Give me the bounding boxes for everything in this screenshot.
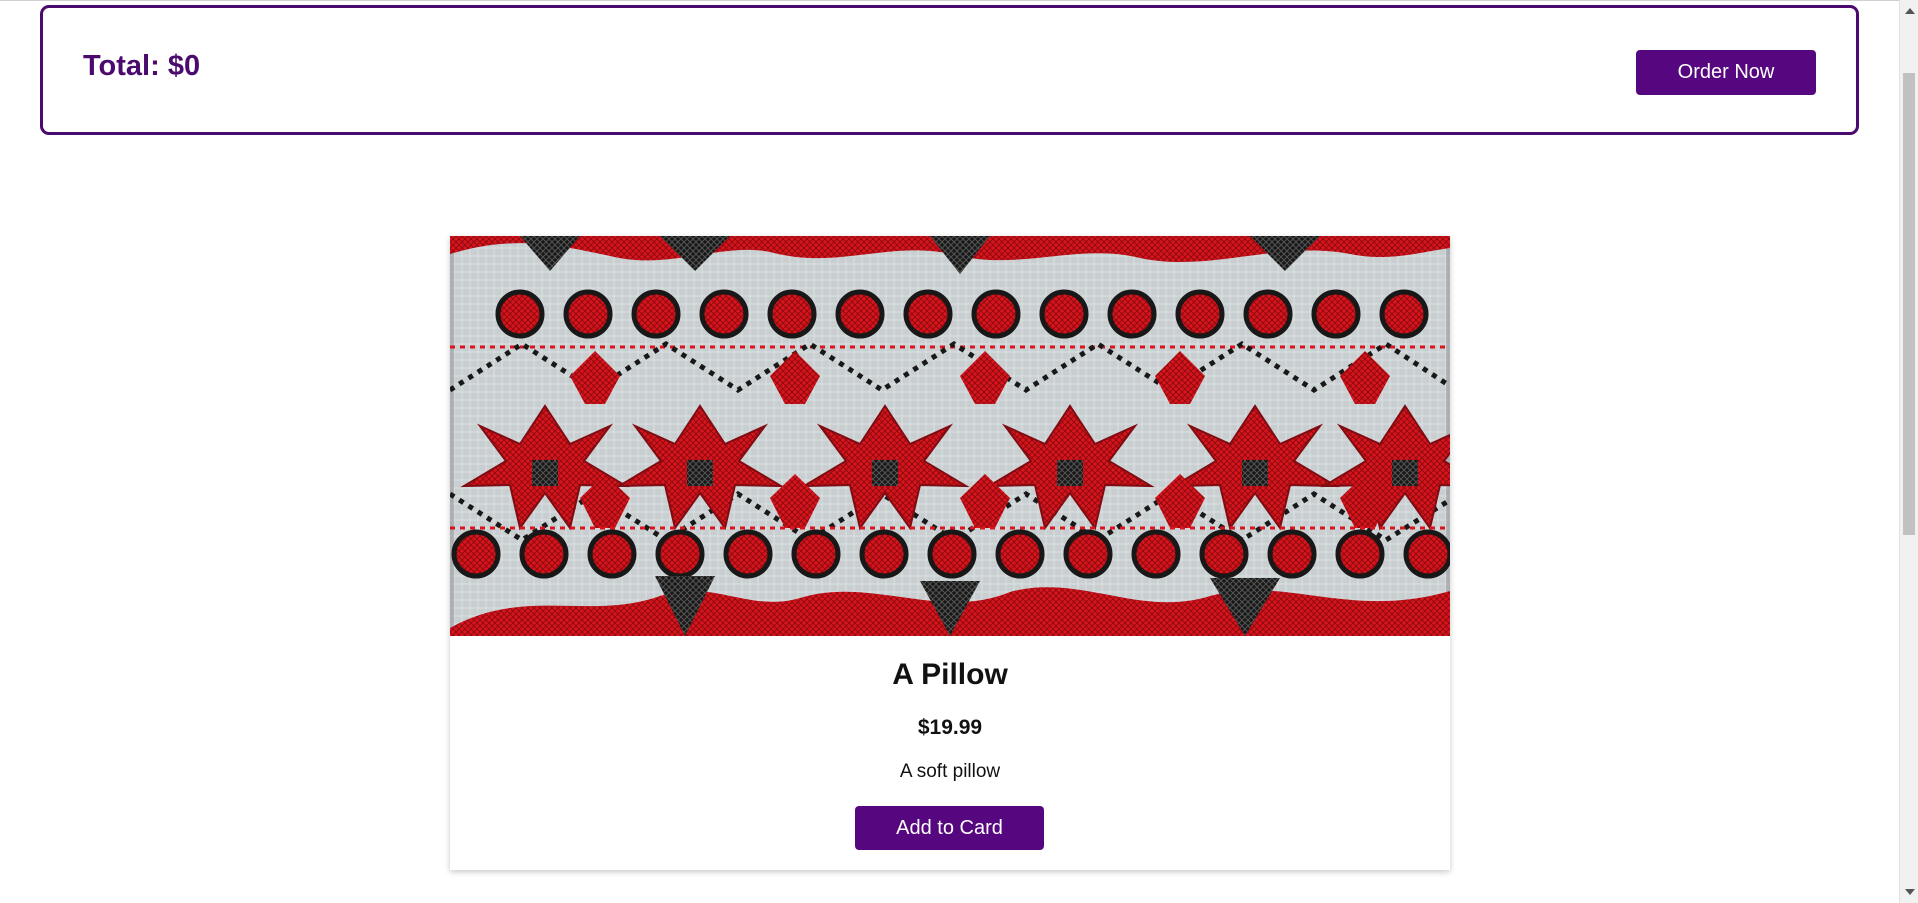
product-title: A Pillow [892, 658, 1008, 691]
product-price: $19.99 [917, 716, 983, 739]
product-card: A Pillow $19.99 A soft pillow Add to Car… [450, 236, 1450, 870]
vertical-scrollbar[interactable] [1899, 0, 1918, 903]
order-now-button[interactable]: Order Now [1636, 50, 1816, 95]
scroll-up-icon[interactable] [1905, 8, 1915, 14]
product-description: A soft pillow [899, 761, 1001, 782]
scroll-down-icon[interactable] [1905, 889, 1915, 895]
cart-summary-bar: Total: $0 Order Now [40, 5, 1859, 135]
product-image [450, 236, 1450, 636]
scrollbar-thumb[interactable] [1903, 73, 1915, 535]
top-divider [0, 0, 1899, 4]
cart-total: Total: $0 [83, 50, 201, 82]
add-to-card-button[interactable]: Add to Card [855, 806, 1044, 850]
page: Total: $0 Order Now A Pillow $19.99 A so… [0, 0, 1918, 903]
